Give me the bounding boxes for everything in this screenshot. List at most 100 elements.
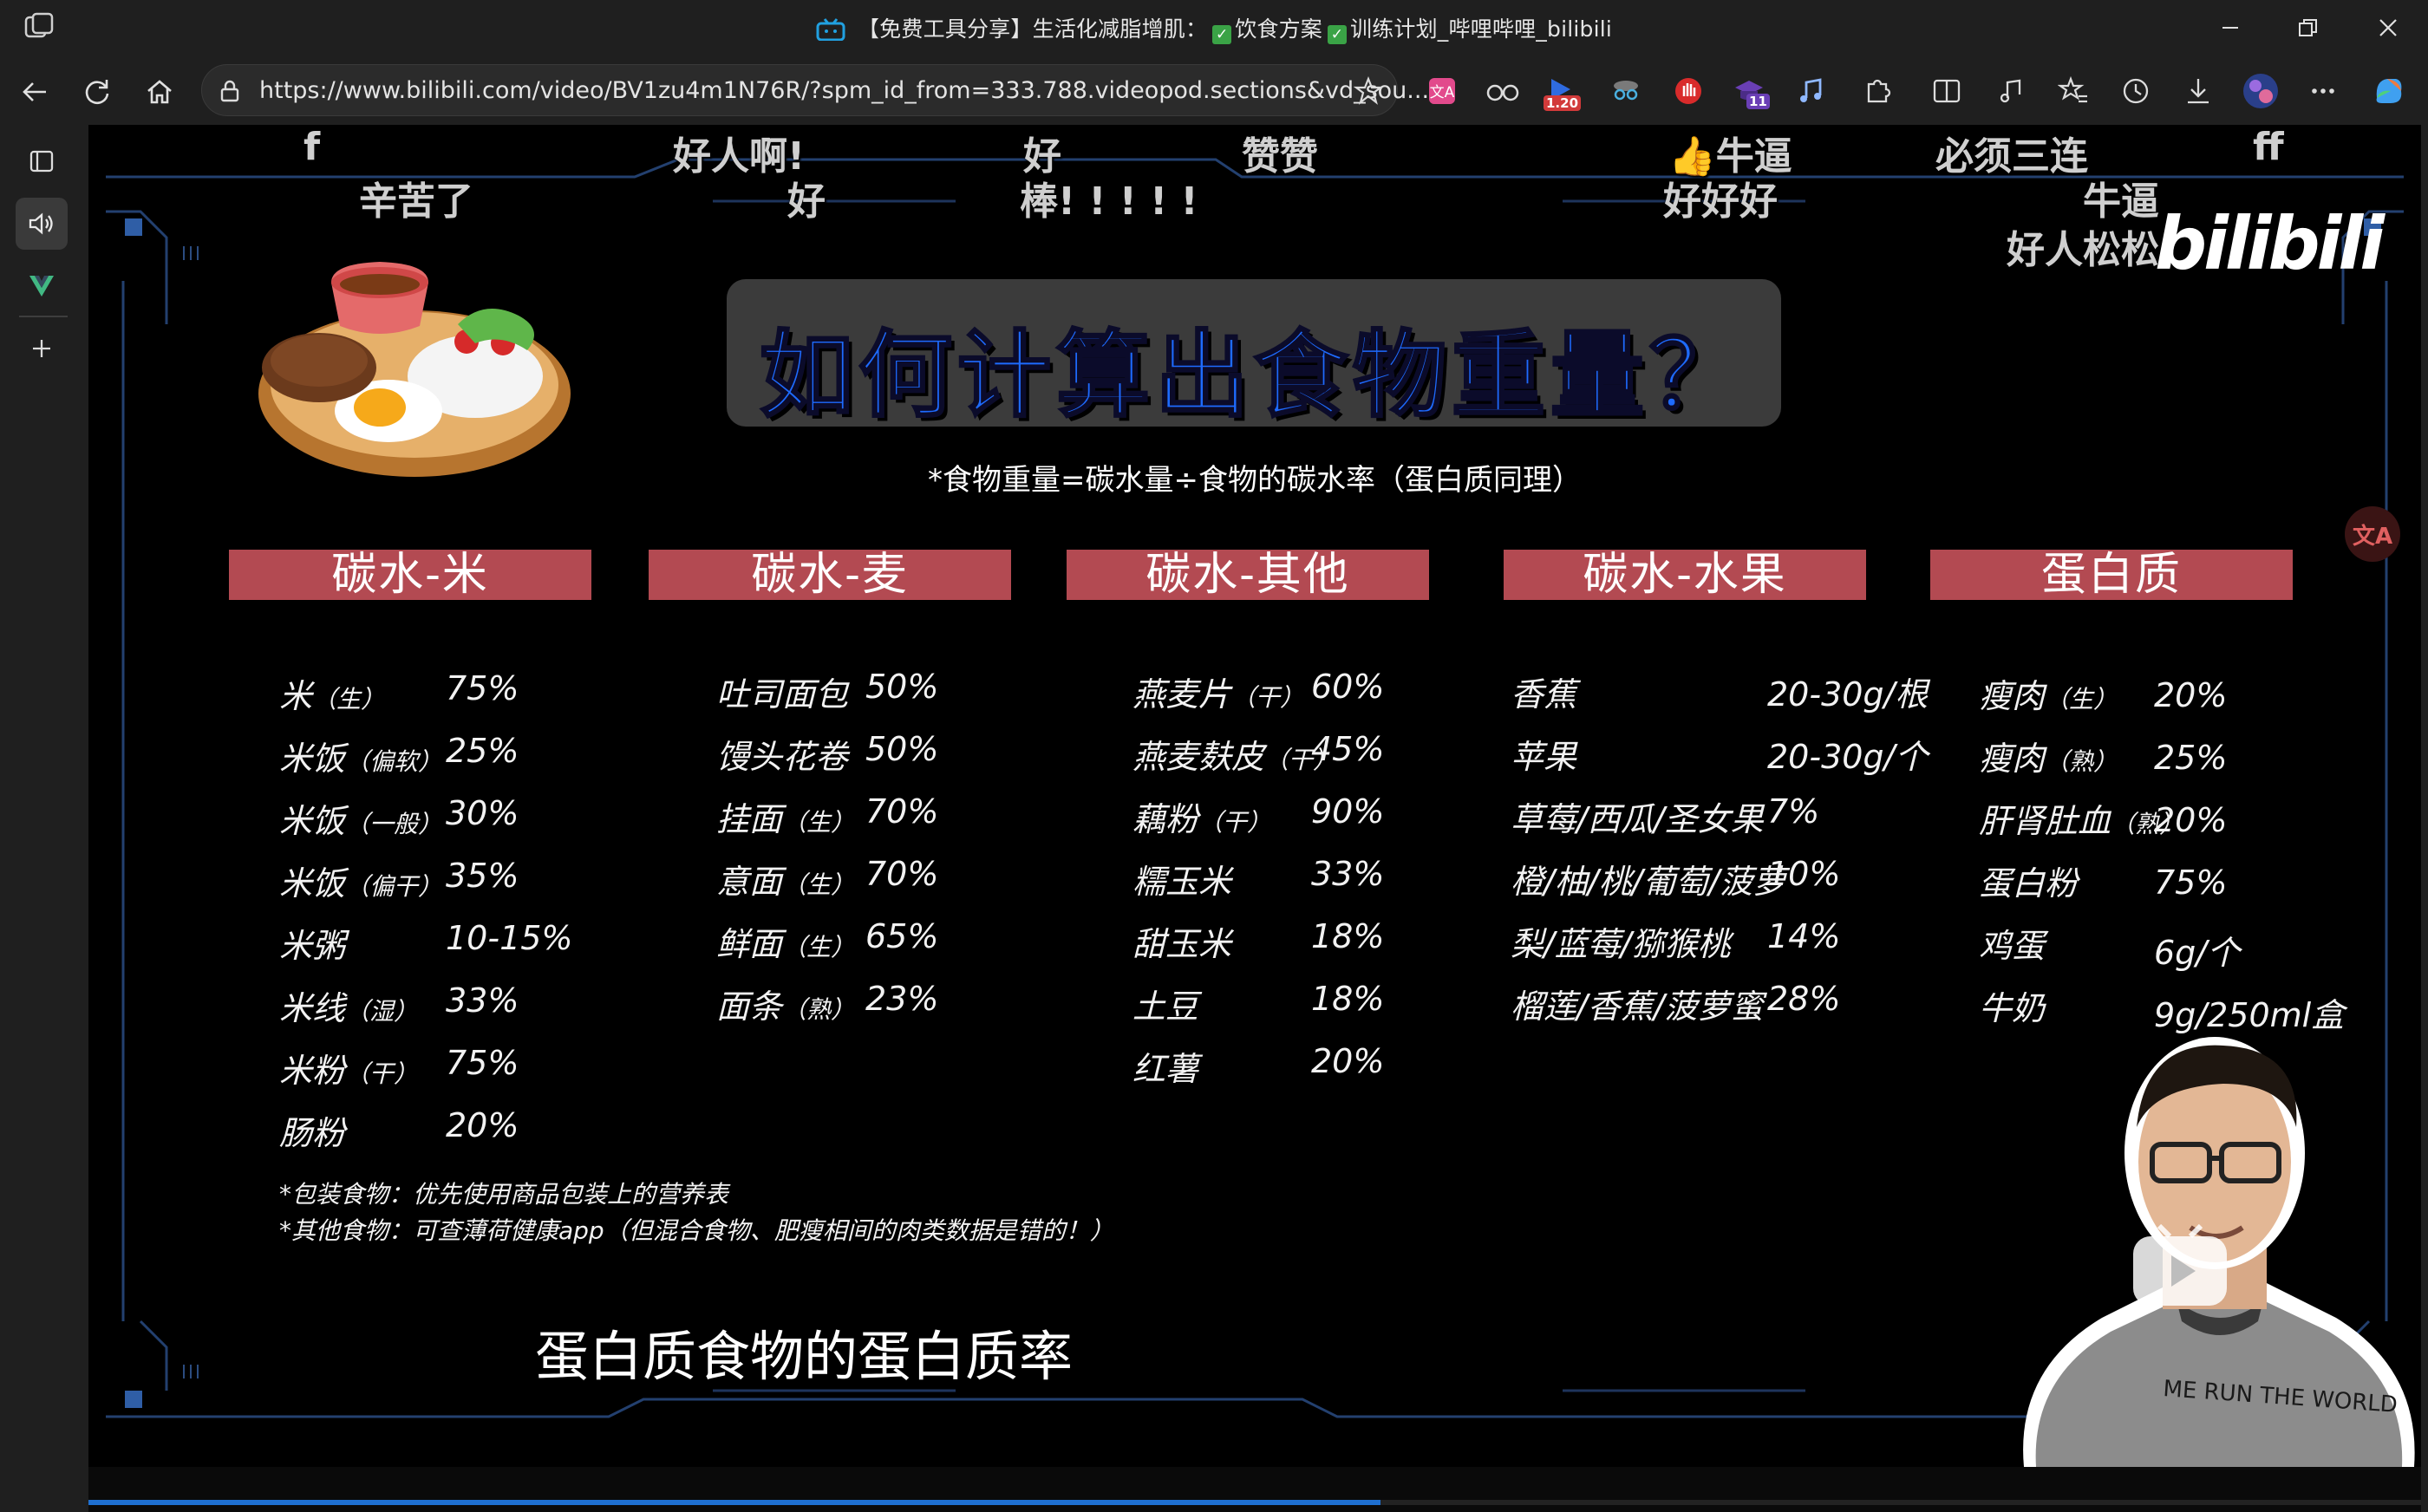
- food-row: 榴莲/香蕉/菠萝蜜: [1511, 987, 1764, 1026]
- food-row: 瘦肉（熟）: [1979, 740, 2118, 778]
- split-screen-icon[interactable]: [1927, 71, 1967, 111]
- downloads-icon[interactable]: [2178, 71, 2218, 111]
- slide-title: 如何计算出食物重量？: [758, 321, 1748, 432]
- video-player[interactable]: f 好人啊! 好 赞赞 👍牛逼 必须三连 ff 辛苦了 好 棒! ! ! ! !…: [88, 125, 2421, 1467]
- food-row: 米粉（干）: [279, 1052, 419, 1090]
- food-value: 75%: [446, 669, 519, 707]
- food-row: 米饭（一般）: [279, 802, 443, 840]
- food-row: 燕麦片（干）: [1132, 675, 1305, 714]
- food-value: 10-15%: [446, 919, 573, 957]
- food-row: 藕粉（干）: [1132, 800, 1272, 838]
- home-button[interactable]: [139, 71, 180, 113]
- food-row: 瘦肉（生）: [1979, 677, 2118, 715]
- bilibili-logo: bilibili: [2154, 201, 2385, 286]
- danmaku-comment: 必须三连: [1935, 134, 2088, 179]
- food-plate-illustration: [258, 262, 571, 477]
- food-row: 米粥: [279, 927, 346, 965]
- video-speed-extension-icon[interactable]: 1.20: [1544, 71, 1583, 111]
- food-value: 75%: [2154, 864, 2228, 902]
- title-prefix: 【免费工具分享】生活化减脂增肌：: [857, 16, 1208, 42]
- danmaku-comment: 赞赞: [1242, 134, 1318, 179]
- food-value: 7%: [1767, 792, 1820, 831]
- food-row: 苹果: [1511, 738, 1577, 776]
- check-icon: ✓: [1212, 25, 1232, 44]
- site-info-icon[interactable]: [218, 79, 242, 103]
- food-value: 33%: [1311, 855, 1385, 893]
- food-value: 14%: [1767, 917, 1841, 955]
- food-value: 18%: [1311, 917, 1385, 955]
- food-row: 米饭（偏干）: [279, 864, 443, 903]
- tab-actions-icon[interactable]: [16, 135, 68, 187]
- copilot-icon[interactable]: [2369, 71, 2409, 111]
- food-row: 馒头花卷: [716, 738, 849, 776]
- glasses-extension-icon[interactable]: [1483, 71, 1523, 111]
- food-value: 50%: [865, 730, 939, 768]
- note-other-food: *其他食物：可查薄荷健康app（但混合食物、肥瘦相间的肉类数据是错的！）: [279, 1216, 1114, 1245]
- favorite-star-icon[interactable]: [1353, 76, 1384, 106]
- player-control-strip: [88, 1467, 2421, 1512]
- ai-translate-icon[interactable]: 文A: [2345, 506, 2400, 562]
- close-button[interactable]: [2362, 9, 2414, 47]
- history-icon[interactable]: [2116, 71, 2156, 111]
- check-icon: ✓: [1328, 25, 1347, 44]
- hand-stop-extension-icon[interactable]: [1668, 71, 1708, 111]
- food-row: 糯玉米: [1132, 863, 1232, 901]
- food-value: 35%: [446, 857, 519, 895]
- food-row: 肝肾肚血（熟）: [1979, 802, 2184, 840]
- tab-bilibili-audio[interactable]: [16, 198, 68, 250]
- back-button[interactable]: [14, 71, 55, 113]
- food-row: 米（生）: [279, 677, 386, 715]
- browser-toolbar: https://www.bilibili.com/video/BV1zu4m1N…: [0, 55, 2428, 125]
- tab-vue-icon[interactable]: [16, 260, 68, 312]
- food-row: 梨/蓝莓/猕猴桃: [1511, 925, 1731, 963]
- minimize-button[interactable]: [2204, 9, 2256, 47]
- danmaku-comment: 好人松松: [2007, 228, 2159, 272]
- food-value: 25%: [2154, 739, 2228, 777]
- new-tab-button[interactable]: [16, 323, 68, 375]
- video-progress-bar[interactable]: [88, 1500, 2421, 1505]
- danmaku-comment: ff: [2253, 125, 2284, 169]
- danmaku-comment: 辛苦了: [359, 179, 473, 224]
- food-row: 鸡蛋: [1979, 927, 2046, 965]
- food-value: 20%: [2154, 676, 2228, 714]
- food-value: 23%: [865, 980, 939, 1018]
- food-value: 70%: [865, 855, 939, 893]
- formula-text: *食物重量=碳水量÷食物的碳水率（蛋白质同理）: [928, 463, 1582, 498]
- food-row: 米饭（偏软）: [279, 740, 443, 778]
- danmaku-comment: 牛逼: [2083, 179, 2159, 224]
- title-part-diet: 饮食方案: [1235, 16, 1322, 42]
- food-value: 30%: [446, 794, 519, 832]
- food-value: 6g/个: [2154, 934, 2241, 972]
- food-row: 米线（湿）: [279, 989, 419, 1027]
- more-menu-icon[interactable]: [2303, 71, 2343, 111]
- translate-extension-icon[interactable]: 文A: [1422, 71, 1462, 111]
- column-header: 碳水-其他: [1067, 550, 1429, 600]
- food-row: 鲜面（生）: [716, 925, 856, 963]
- profile-avatar[interactable]: [2241, 71, 2281, 111]
- media-control-icon[interactable]: [1991, 71, 2031, 111]
- url-text[interactable]: https://www.bilibili.com/video/BV1zu4m1N…: [259, 77, 1429, 104]
- title-part-training: 训练计划_哔哩哔哩_bilibili: [1350, 16, 1613, 42]
- food-value: 75%: [446, 1044, 519, 1082]
- music-extension-icon[interactable]: [1792, 71, 1831, 111]
- note-packaged-food: *包装食物：优先使用商品包装上的营养表: [279, 1180, 729, 1209]
- food-row: 挂面（生）: [716, 800, 856, 838]
- food-row: 橙/柚/桃/葡萄/菠萝: [1511, 863, 1786, 901]
- food-row: 吐司面包: [716, 675, 849, 714]
- extensions-puzzle-icon[interactable]: [1857, 71, 1897, 111]
- food-row: 蛋白粉: [1979, 864, 2079, 903]
- food-value: 20%: [1311, 1042, 1385, 1080]
- danmaku-comment: 好: [787, 179, 826, 224]
- food-row: 意面（生）: [716, 863, 856, 901]
- danmaku-comment: 棒! ! ! ! !: [1020, 179, 1198, 224]
- favorites-icon[interactable]: [2053, 71, 2093, 111]
- refresh-button[interactable]: [76, 71, 118, 113]
- food-row: 香蕉: [1511, 675, 1577, 714]
- column-header: 蛋白质: [1930, 550, 2293, 600]
- hat-extension-icon[interactable]: 11: [1729, 71, 1770, 111]
- restore-button[interactable]: [2282, 9, 2334, 47]
- play-icon[interactable]: [2128, 1224, 2232, 1311]
- food-value: 18%: [1311, 980, 1385, 1018]
- spy-extension-icon[interactable]: [1606, 71, 1646, 111]
- address-bar[interactable]: https://www.bilibili.com/video/BV1zu4m1N…: [201, 64, 1429, 116]
